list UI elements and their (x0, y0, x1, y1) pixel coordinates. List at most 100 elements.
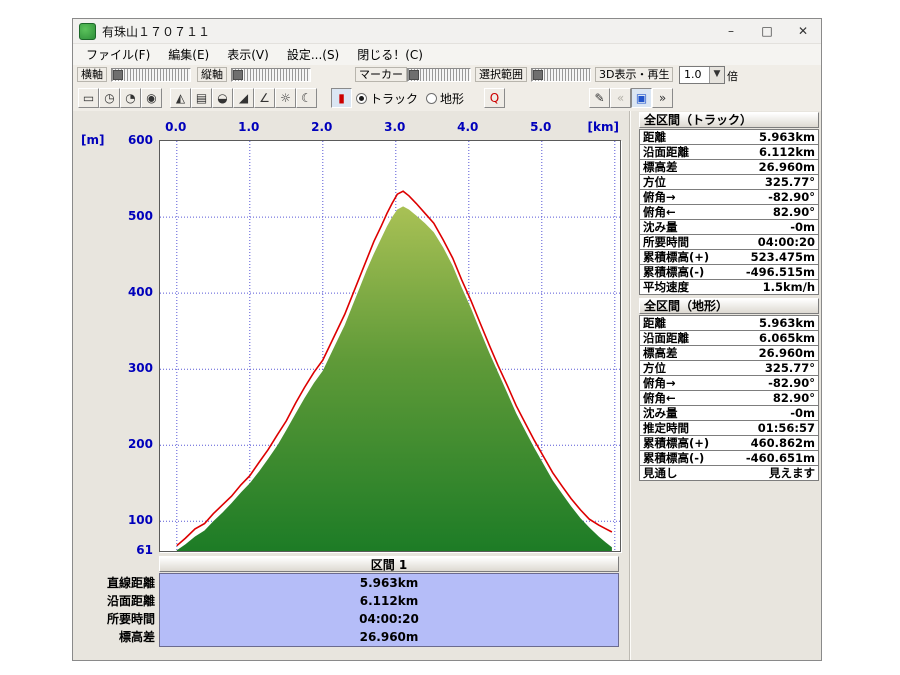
y-tick-label: 400 (127, 285, 153, 300)
window-controls: – □ ✕ (713, 19, 821, 43)
track-row-label: 沿面距離 (643, 145, 689, 159)
h-axis-slider[interactable] (111, 68, 191, 82)
distance-axis-icon[interactable]: ▭ (78, 88, 99, 108)
stop-icon[interactable]: ▣ (631, 88, 653, 108)
marker-search-icon[interactable]: Q (484, 88, 506, 108)
toolbar-sliders: 横軸 縦軸 マーカー 選択範囲 3D表示・再生 1.0 ▼ 倍 (73, 65, 821, 85)
rewind-icon[interactable]: « (610, 88, 632, 108)
section-row-value: 26.960m (359, 630, 419, 644)
terrain-row-value: 82.90° (772, 391, 815, 405)
track-row: 累積標高(+) 523.475m (640, 250, 818, 265)
scale-value: 1.0 (684, 68, 702, 81)
profile-graph-icon[interactable]: ◭ (170, 88, 191, 108)
marker-slider-handle[interactable] (409, 70, 419, 80)
terrain-row: 距離 5.963km (640, 316, 818, 331)
ruler-icon[interactable]: ▤ (191, 88, 212, 108)
terrain-row: 沿面距離 6.065km (640, 331, 818, 346)
menu-settings[interactable]: 設定...(S) (278, 44, 348, 65)
h-axis-slider-handle[interactable] (113, 70, 123, 80)
section-row-label: 所要時間 (106, 612, 155, 626)
chart-region: [m] [km] 区間 1 5.963km 6.112km 04:00:20 26.9… (73, 111, 821, 660)
sun-icon[interactable]: ☼ (275, 88, 296, 108)
track-row-value: 82.90° (772, 205, 815, 219)
terrain-row-label: 累積標高(-) (643, 451, 705, 465)
window-title: 有珠山１７０７１１ (102, 24, 211, 39)
terrain-row: 俯角→ -82.90° (640, 376, 818, 391)
radio-track[interactable]: トラック (356, 90, 418, 107)
track-row-label: 累積標高(-) (643, 265, 705, 279)
track-row-value: 6.112km (758, 145, 815, 159)
x-tick-label: 4.0 (457, 120, 479, 134)
track-row-value: -82.90° (768, 190, 815, 204)
track-row-label: 距離 (643, 130, 666, 144)
terrain-row-label: 見通し (643, 466, 678, 480)
terrain-row-value: 5.963km (758, 316, 815, 330)
thermometer-icon[interactable]: ▮ (331, 88, 352, 108)
y-tick-label: 200 (127, 437, 153, 452)
clock-digits-icon[interactable]: ◔ (120, 88, 141, 108)
terrain-row: 方位 325.77° (640, 361, 818, 376)
marker-slider[interactable] (407, 68, 471, 82)
menu-view[interactable]: 表示(V) (218, 44, 278, 65)
moon-icon[interactable]: ☾ (296, 88, 317, 108)
selection-slider[interactable] (531, 68, 591, 82)
section-row-label: 標高差 (118, 630, 155, 644)
maximize-button[interactable]: □ (749, 19, 785, 43)
chevron-down-icon[interactable]: ▼ (709, 67, 724, 83)
menu-bar: ファイル(F) 編集(E) 表示(V) 設定...(S) 閉じる！(C) (73, 44, 821, 66)
x-tick-label: 1.0 (238, 120, 260, 134)
terrain-row-value: -82.90° (768, 376, 815, 390)
x-tick-label: 3.0 (384, 120, 406, 134)
menu-file[interactable]: ファイル(F) (77, 44, 159, 65)
angle-icon[interactable]: ∠ (254, 88, 275, 108)
x-tick-label: 5.0 (530, 120, 552, 134)
track-panel-header: 全区間（トラック） (639, 112, 819, 128)
terrain-panel-header: 全区間（地形） (639, 298, 819, 314)
radio-group: トラック 地形 (356, 90, 472, 107)
track-row: 俯角→ -82.90° (640, 190, 818, 205)
radio-terrain[interactable]: 地形 (426, 90, 464, 107)
y-tick-label: 61 (136, 543, 153, 557)
terrain-row-label: 沿面距離 (643, 331, 689, 345)
menu-edit[interactable]: 編集(E) (159, 44, 218, 65)
terrain-row-value: 6.065km (758, 331, 815, 345)
close-button[interactable]: ✕ (785, 19, 821, 43)
terrain-row: 累積標高(-) -460.651m (640, 451, 818, 466)
h-axis-label: 横軸 (77, 67, 107, 82)
gauge-icon[interactable]: ◒ (212, 88, 233, 108)
pen-off-icon[interactable]: ✎ (589, 88, 611, 108)
stopwatch-icon[interactable]: ◉ (141, 88, 162, 108)
panel-divider (629, 111, 631, 660)
terrain-row: 標高差 26.960m (640, 346, 818, 361)
terrain-area (176, 206, 612, 551)
selection-label: 選択範囲 (475, 67, 527, 82)
terrain-row-value: -0m (790, 406, 815, 420)
playback-group: ✎ «▣» (589, 88, 674, 108)
slope-icon[interactable]: ◢ (233, 88, 254, 108)
scale-combobox[interactable]: 1.0 ▼ (679, 66, 725, 84)
section-row-value: 04:00:20 (359, 612, 419, 626)
time-display-group: ▭ ◷ ◔ ◉ (78, 88, 162, 108)
radio-track-circle (356, 92, 367, 104)
section-row-label: 直線距離 (106, 576, 155, 590)
terrain-row-value: 460.862m (750, 436, 815, 450)
playback-3d-label: 3D表示・再生 (595, 67, 674, 82)
terrain-row-label: 方位 (643, 361, 666, 375)
graph-tools-group: ◭ ▤ ◒ ◢ ∠ ☼ ☾ (170, 88, 317, 108)
clock-icon[interactable]: ◷ (99, 88, 120, 108)
section-values: 5.963km 6.112km 04:00:20 26.960m (159, 573, 619, 647)
selection-slider-handle[interactable] (533, 70, 543, 80)
menu-close[interactable]: 閉じる！(C) (348, 44, 432, 65)
terrain-row-value: 01:56:57 (757, 421, 815, 435)
elevation-profile-chart[interactable] (159, 140, 621, 552)
terrain-row: 見通し 見えます (640, 466, 818, 481)
terrain-row-label: 距離 (643, 316, 666, 330)
v-axis-slider-handle[interactable] (233, 70, 243, 80)
minimize-button[interactable]: – (713, 19, 749, 43)
v-axis-label: 縦軸 (197, 67, 227, 82)
play-icon[interactable]: » (652, 88, 674, 108)
zoom-group: Q (484, 88, 506, 108)
desktop: 有珠山１７０７１１ – □ ✕ ファイル(F) 編集(E) 表示(V) 設定...(S… (0, 0, 900, 675)
track-row: 平均速度 1.5km/h (640, 280, 818, 295)
v-axis-slider[interactable] (231, 68, 311, 82)
